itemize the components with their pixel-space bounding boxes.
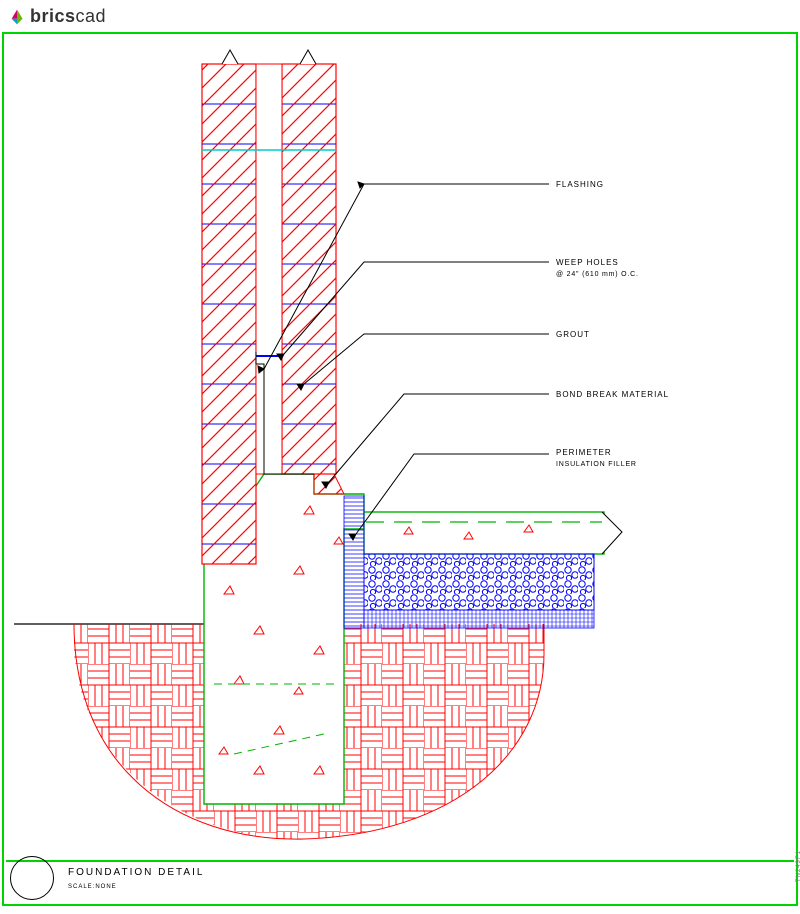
drawing-id-tag: TN249F1 [796,850,800,882]
label-perimeter-line2: INSULATION FILLER [556,461,637,468]
label-weep: WEEP HOLES @ 24" (610 mm) O.C. [556,258,639,278]
brand-name: bricscad [30,6,106,27]
label-weep-line1: WEEP HOLES [556,258,639,267]
bricscad-logo-icon [8,8,26,26]
label-perimeter: PERIMETER INSULATION FILLER [556,448,637,468]
label-bond-break: BOND BREAK MATERIAL [556,390,669,399]
drawing-title: FOUNDATION DETAIL [68,867,204,878]
title-block: FOUNDATION DETAIL SCALE:NONE [10,856,794,900]
frame-bottom [2,904,798,906]
drawing-scale: SCALE:NONE [68,884,204,890]
brand-logo-row: bricscad [8,6,106,27]
label-grout: GROUT [556,330,590,339]
label-perimeter-line1: PERIMETER [556,448,637,457]
detail-marker-circle-icon [10,856,54,900]
foundation-diagram [4,34,796,854]
label-weep-line2: @ 24" (610 mm) O.C. [556,271,639,278]
drawing-canvas: FLASHING WEEP HOLES @ 24" (610 mm) O.C. … [4,34,796,854]
frame-right [796,32,798,906]
label-flashing: FLASHING [556,180,604,189]
